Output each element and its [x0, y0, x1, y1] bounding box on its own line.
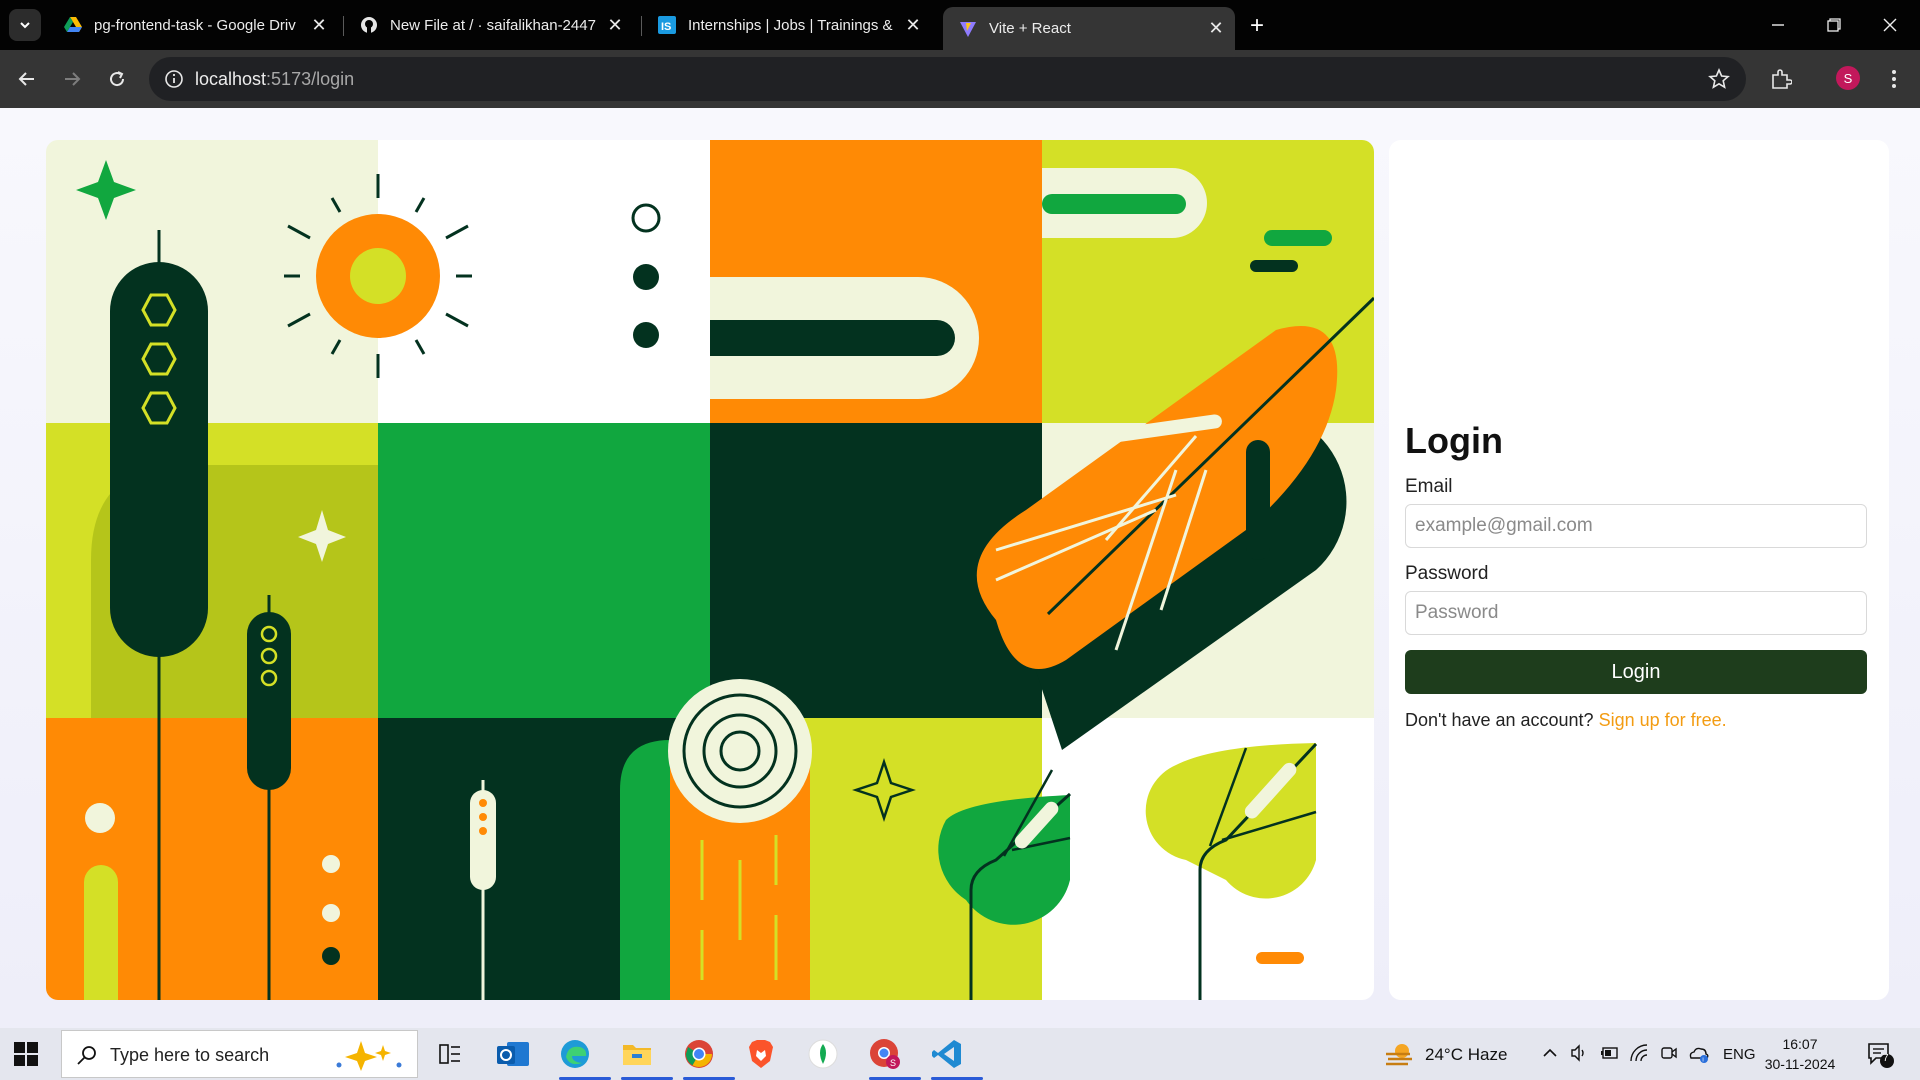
wifi-icon[interactable] [1630, 1044, 1648, 1062]
browser-toolbar: localhost:5173/login [0, 50, 1920, 142]
restore-button[interactable] [1814, 10, 1854, 40]
taskbar-search[interactable]: Type here to search [61, 1030, 418, 1078]
minimize-button[interactable] [1758, 10, 1798, 40]
signup-prompt: Don't have an account? [1405, 710, 1594, 730]
notification-count: 7 [1883, 1053, 1889, 1064]
clock[interactable]: 16:07 30-11-2024 [1760, 1034, 1840, 1074]
arrow-right-icon [65, 72, 81, 86]
chrome-profile-icon: S [870, 1039, 900, 1069]
extensions-button[interactable] [1765, 63, 1797, 95]
arrow-left-icon [18, 72, 34, 86]
windows-start-icon[interactable] [14, 1042, 38, 1066]
address-bar[interactable]: localhost:5173/login [149, 57, 1746, 101]
reload-button[interactable] [102, 64, 132, 94]
signup-row: Don't have an account? Sign up for free. [1405, 710, 1867, 731]
email-field[interactable] [1405, 504, 1867, 548]
password-label: Password [1405, 563, 1489, 584]
brave-icon [749, 1040, 773, 1068]
edge-icon [561, 1040, 589, 1068]
tab-strip: pg-frontend-task - Google Driv ✕ New Fil… [0, 0, 1920, 50]
taskbar-chrome-profile[interactable]: S [865, 1034, 921, 1080]
login-title: Login [1405, 420, 1503, 461]
clock-date: 30-11-2024 [1764, 1056, 1836, 1072]
chevron-down-icon [20, 22, 30, 29]
taskbar-outlook[interactable] [493, 1034, 533, 1074]
vscode-icon [932, 1040, 961, 1068]
task-view-button[interactable] [430, 1034, 470, 1074]
tab-google-drive[interactable]: pg-frontend-task - Google Driv ✕ [48, 7, 338, 43]
site-info-icon[interactable] [163, 68, 185, 90]
tab-vite-react[interactable]: Vite + React ✕ [943, 7, 1235, 50]
restore-icon [1827, 18, 1841, 32]
close-icon[interactable]: ✕ [604, 14, 626, 36]
url-path: :5173/login [266, 69, 355, 89]
close-icon[interactable]: ✕ [902, 14, 924, 36]
tab-search-button[interactable] [9, 9, 41, 41]
reload-icon [110, 71, 125, 87]
signup-link[interactable]: Sign up for free. [1599, 710, 1727, 730]
search-icon [77, 1046, 96, 1065]
svg-text:i: i [1702, 1058, 1703, 1064]
windows-taskbar: Type here to search S 24°C Haze i ENG 16… [0, 1028, 1920, 1080]
tab-title: pg-frontend-task - Google Driv [94, 16, 296, 34]
tab-internshala[interactable]: IS Internships | Jobs | Trainings & I ✕ [642, 7, 932, 43]
chrome-icon [685, 1040, 713, 1068]
login-form: Login Email Password Login Don't have an… [1405, 420, 1867, 731]
taskbar-edge[interactable] [555, 1034, 611, 1080]
svg-text:S: S [890, 1058, 896, 1068]
page-content: Login Email Password Login Don't have an… [0, 108, 1920, 1028]
notification-icon [1868, 1043, 1894, 1068]
task-view-icon [439, 1044, 460, 1064]
tab-title: Internships | Jobs | Trainings & I [688, 16, 894, 34]
login-illustration [46, 140, 1374, 1000]
tab-title: Vite + React [989, 20, 1071, 37]
speaker-icon[interactable] [1570, 1044, 1588, 1062]
clock-time: 16:07 [1782, 1036, 1818, 1052]
login-button[interactable]: Login [1405, 650, 1867, 694]
email-label: Email [1405, 476, 1453, 497]
close-icon[interactable]: ✕ [308, 14, 330, 36]
taskbar-vscode[interactable] [927, 1034, 983, 1080]
url-text: localhost:5173/login [195, 69, 354, 90]
taskbar-brave[interactable] [741, 1034, 781, 1074]
mongodb-icon [808, 1039, 838, 1069]
close-icon[interactable]: ✕ [1205, 18, 1227, 40]
internshala-icon: IS [658, 16, 676, 34]
chevron-up-icon[interactable] [1542, 1046, 1558, 1060]
new-tab-button[interactable]: + [1243, 12, 1271, 40]
close-icon [1883, 18, 1897, 32]
back-button[interactable] [12, 64, 42, 94]
bookmark-star-icon[interactable] [1708, 68, 1730, 90]
tab-github[interactable]: New File at / · saifalikhan-2447 ✕ [344, 7, 634, 43]
url-host: localhost [195, 69, 267, 89]
weather-haze-icon [1386, 1044, 1412, 1066]
notification-center-button[interactable]: 7 [1866, 1040, 1894, 1068]
taskbar-file-explorer[interactable] [617, 1034, 673, 1080]
folder-icon [623, 1045, 651, 1065]
github-icon [360, 16, 378, 34]
more-vertical-icon [1892, 70, 1896, 88]
forward-button[interactable] [57, 64, 87, 94]
language-indicator[interactable]: ENG [1723, 1046, 1756, 1063]
menu-button[interactable] [1878, 63, 1910, 95]
svg-text:IS: IS [661, 21, 671, 33]
password-field[interactable] [1405, 591, 1867, 635]
meet-now-icon[interactable] [1660, 1044, 1678, 1062]
outlook-icon [497, 1042, 529, 1066]
search-placeholder: Type here to search [110, 1045, 270, 1065]
login-card: Login Email Password Login Don't have an… [1389, 140, 1889, 1000]
vite-icon [959, 20, 977, 38]
tab-title: New File at / · saifalikhan-2447 [390, 16, 596, 34]
taskbar-mongodb-compass[interactable] [803, 1034, 843, 1074]
google-drive-icon [64, 16, 82, 34]
battery-icon[interactable] [1600, 1045, 1620, 1061]
close-window-button[interactable] [1870, 10, 1910, 40]
minimize-icon [1772, 24, 1784, 26]
onedrive-icon[interactable]: i [1688, 1044, 1710, 1064]
sparkles-icon [336, 1041, 402, 1071]
taskbar-chrome[interactable] [679, 1034, 735, 1080]
weather-text[interactable]: 24°C Haze [1425, 1045, 1507, 1065]
profile-avatar[interactable]: S [1836, 66, 1860, 90]
puzzle-icon [1772, 69, 1792, 89]
